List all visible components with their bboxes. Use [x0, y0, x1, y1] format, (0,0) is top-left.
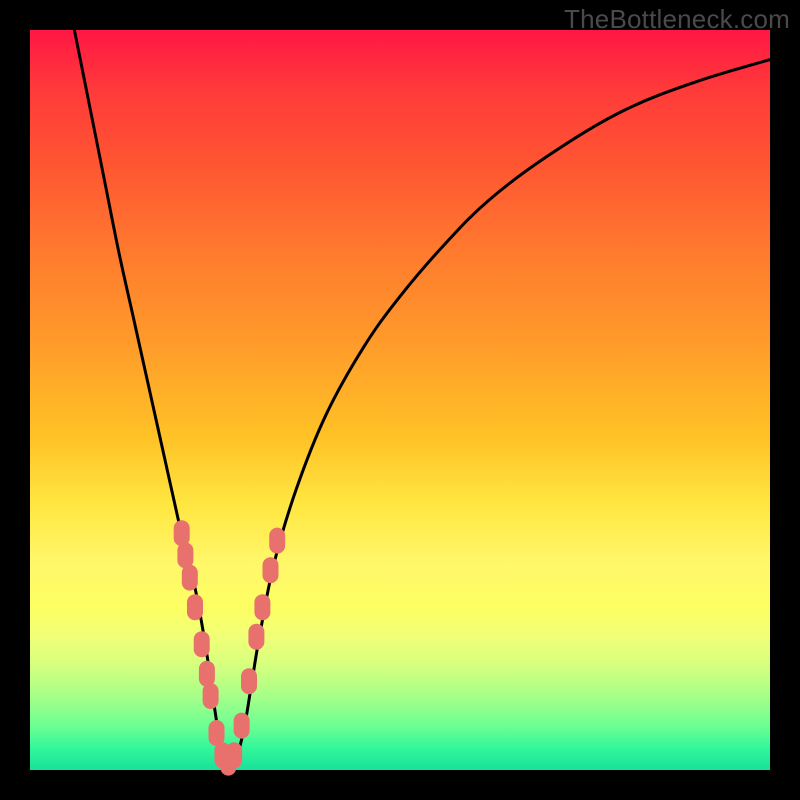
plot-area: [30, 30, 770, 770]
curve-marker: [209, 720, 225, 746]
bottleneck-curve: [74, 30, 770, 763]
curve-markers: [174, 520, 286, 775]
curve-marker: [248, 624, 264, 650]
bottleneck-curve-svg: [30, 30, 770, 770]
curve-marker: [203, 683, 219, 709]
curve-marker: [174, 520, 190, 546]
chart-container: { "watermark": "TheBottleneck.com", "col…: [0, 0, 800, 800]
curve-marker: [199, 661, 215, 687]
curve-marker: [226, 742, 242, 768]
curve-marker: [234, 713, 250, 739]
curve-marker: [269, 528, 285, 554]
curve-marker: [187, 594, 203, 620]
curve-marker: [177, 542, 193, 568]
curve-marker: [194, 631, 210, 657]
watermark-text: TheBottleneck.com: [564, 4, 790, 35]
curve-marker: [182, 565, 198, 591]
curve-marker: [263, 557, 279, 583]
curve-marker: [241, 668, 257, 694]
curve-marker: [254, 594, 270, 620]
